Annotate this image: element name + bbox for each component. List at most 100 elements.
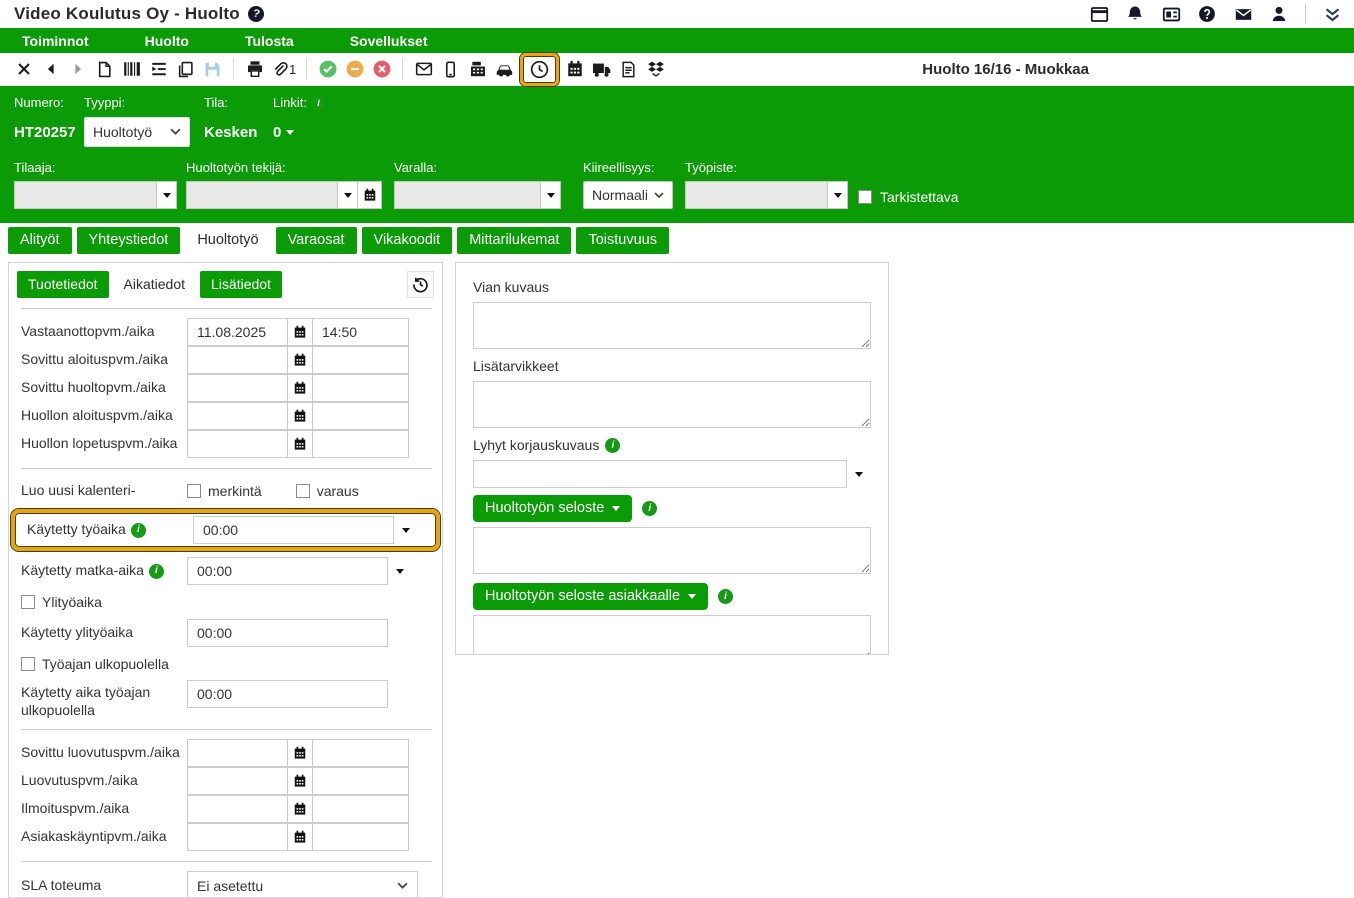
nav-next-icon[interactable] [64, 56, 91, 83]
new-document-icon[interactable] [91, 56, 118, 83]
time-input[interactable] [312, 402, 409, 430]
kaytetty-aika-tyoajan-input[interactable] [187, 680, 388, 708]
help-badge-icon[interactable] [248, 6, 264, 22]
tab-huoltotyo[interactable]: Huoltotyö [185, 227, 270, 254]
close-icon[interactable] [10, 56, 37, 83]
date-input[interactable] [187, 346, 288, 374]
tab-aikatiedot[interactable]: Aikatiedot [113, 271, 196, 298]
calendar-button[interactable] [287, 402, 313, 430]
tyopiste-combobox[interactable] [685, 181, 848, 209]
calendar-button[interactable] [287, 795, 313, 823]
user-icon[interactable] [1269, 4, 1289, 24]
date-input[interactable] [187, 402, 288, 430]
lyhyt-korjauskuvaus-dropdown[interactable] [847, 460, 871, 488]
date-input[interactable] [187, 823, 288, 851]
ylityoaika-checkbox[interactable] [21, 595, 35, 609]
tab-toistuvuus[interactable]: Toistuvuus [576, 227, 669, 254]
history-button[interactable] [407, 271, 434, 298]
tilaaja-combobox[interactable] [14, 181, 177, 209]
mobile-icon[interactable] [437, 56, 464, 83]
cash-register-icon[interactable] [464, 56, 491, 83]
calendar-button[interactable] [287, 767, 313, 795]
hold-icon[interactable] [341, 56, 368, 83]
nav-previous-icon[interactable] [37, 56, 64, 83]
delivery-truck-icon[interactable] [588, 56, 615, 83]
kaytetty-tyoaika-input[interactable] [193, 516, 394, 544]
kaytetty-tyoaika-dropdown[interactable] [394, 516, 418, 544]
attachments-icon[interactable]: 1 [268, 56, 299, 83]
varaus-checkbox[interactable] [296, 484, 310, 498]
calendar-button[interactable] [287, 318, 313, 346]
sla-select[interactable]: Ei asetettu [187, 871, 418, 898]
calendar-button[interactable] [287, 739, 313, 767]
messages-mail-icon[interactable] [1233, 4, 1253, 24]
lyhyt-korjauskuvaus-input[interactable] [473, 460, 847, 488]
date-input[interactable] [187, 739, 288, 767]
date-input[interactable] [187, 795, 288, 823]
time-input[interactable] [312, 346, 409, 374]
calendar-button[interactable] [287, 346, 313, 374]
tilaaja-dropdown-button[interactable] [156, 181, 177, 209]
time-input[interactable] [312, 318, 409, 346]
menu-sovellukset[interactable]: Sovellukset [350, 33, 428, 49]
approve-icon[interactable] [314, 56, 341, 83]
report-icon[interactable] [615, 56, 642, 83]
calendar-button[interactable] [287, 374, 313, 402]
tarkistettava-checkbox[interactable] [858, 190, 872, 204]
time-input[interactable] [312, 767, 409, 795]
info-icon[interactable] [605, 438, 620, 453]
tekija-dropdown-button[interactable] [337, 181, 358, 209]
varalla-dropdown-button[interactable] [540, 181, 561, 209]
time-input[interactable] [312, 374, 409, 402]
time-input[interactable] [312, 430, 409, 458]
tekija-combobox[interactable] [186, 181, 382, 209]
date-input[interactable] [187, 318, 288, 346]
kiireellisyys-select[interactable]: Normaali [583, 181, 673, 209]
print-icon[interactable] [241, 56, 268, 83]
date-input[interactable] [187, 374, 288, 402]
menu-huolto[interactable]: Huolto [145, 33, 189, 49]
huoltotyon-seloste-asiakkaalle-button[interactable]: Huoltotyön seloste asiakkaalle [473, 583, 708, 610]
tekija-calendar-button[interactable] [358, 181, 382, 209]
info-icon[interactable] [131, 523, 146, 538]
time-input[interactable] [312, 795, 409, 823]
news-card-icon[interactable] [1161, 4, 1181, 24]
vian-kuvaus-textarea[interactable] [473, 302, 871, 349]
date-input[interactable] [187, 767, 288, 795]
tab-lisatiedot[interactable]: Lisätiedot [200, 271, 282, 298]
kaytetty-matka-aika-dropdown[interactable] [388, 557, 412, 585]
time-input[interactable] [312, 823, 409, 851]
browser-window-icon[interactable] [1089, 4, 1109, 24]
time-stamps-clock-icon[interactable] [526, 56, 553, 83]
reject-icon[interactable] [368, 56, 395, 83]
info-icon[interactable] [312, 96, 325, 109]
kaytetty-ylityoaika-input[interactable] [187, 619, 388, 647]
huoltotyon-seloste-asiakkaalle-textarea[interactable] [473, 615, 871, 655]
dropbox-icon[interactable] [642, 56, 669, 83]
copy-icon[interactable] [172, 56, 199, 83]
merkinta-checkbox[interactable] [187, 484, 201, 498]
tab-mittarilukemat[interactable]: Mittarilukemat [457, 227, 571, 254]
lisatarvikkeet-textarea[interactable] [473, 381, 871, 428]
tab-alityot[interactable]: Alityöt [8, 227, 72, 254]
barcode-icon[interactable] [118, 56, 145, 83]
menu-tulosta[interactable]: Tulosta [245, 33, 294, 49]
tab-varaosat[interactable]: Varaosat [276, 227, 357, 254]
calendar-button[interactable] [287, 430, 313, 458]
menu-toiminnot[interactable]: Toiminnot [22, 33, 89, 49]
huoltotyon-seloste-textarea[interactable] [473, 527, 871, 574]
tab-vikakoodit[interactable]: Vikakoodit [362, 227, 453, 254]
info-icon[interactable] [149, 564, 164, 579]
notifications-bell-icon[interactable] [1125, 4, 1145, 24]
varalla-combobox[interactable] [394, 181, 561, 209]
tyoajan-ulkopuolella-checkbox[interactable] [21, 657, 35, 671]
time-input[interactable] [312, 739, 409, 767]
calendar-button[interactable] [287, 823, 313, 851]
save-icon[interactable] [199, 56, 226, 83]
linkit-dropdown[interactable]: 0 [273, 124, 325, 141]
car-icon[interactable] [491, 56, 518, 83]
info-icon[interactable] [718, 589, 733, 604]
date-input[interactable] [187, 430, 288, 458]
email-icon[interactable] [410, 56, 437, 83]
tab-tuotetiedot[interactable]: Tuotetiedot [17, 271, 109, 298]
